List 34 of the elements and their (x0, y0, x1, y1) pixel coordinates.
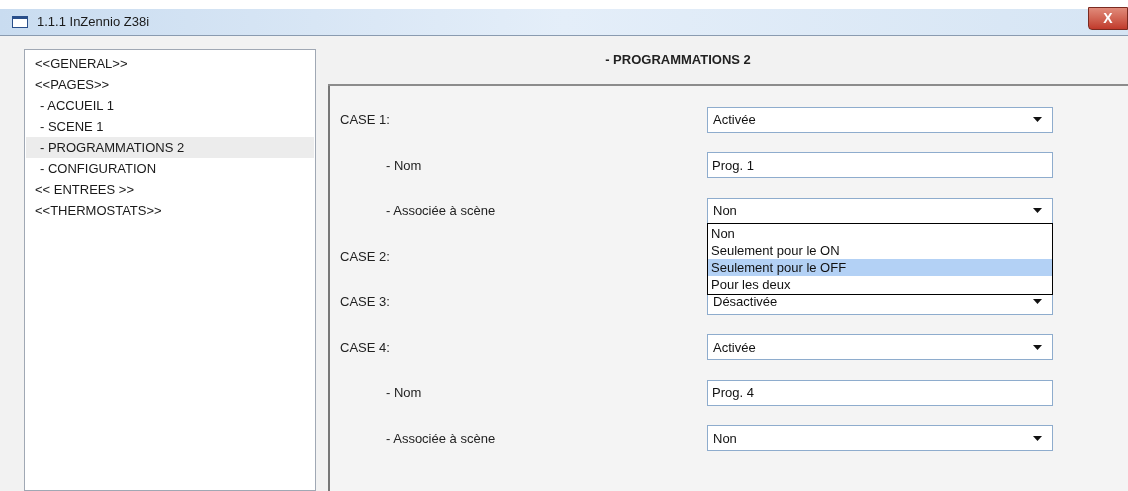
dropdown-arrow-icon (1033, 344, 1042, 350)
dropdown-arrow-icon (1033, 299, 1042, 305)
dropdown[interactable]: Non (707, 197, 1053, 224)
dropdown[interactable]: Non (707, 425, 1053, 452)
field-label: - Nom (385, 384, 423, 402)
window-title: 1.1.1 InZennio Z38i (37, 13, 150, 32)
field-label: - Associée à scène (385, 429, 497, 448)
field-label: CASE 4: (339, 338, 391, 357)
dropdown-option[interactable]: Non (708, 225, 1052, 242)
dropdown-option[interactable]: Seulement pour le ON (708, 242, 1052, 259)
dropdown[interactable]: Activée (707, 334, 1053, 361)
dropdown-arrow-icon (1033, 117, 1042, 123)
dropdown-arrow-icon (1033, 435, 1042, 441)
field-label: CASE 2: (339, 247, 391, 266)
field-label: CASE 3: (339, 293, 391, 311)
field-label: - Nom (385, 156, 423, 175)
tree-item[interactable]: - CONFIGURATION (26, 158, 314, 179)
field-label: - Associée à scène (385, 202, 497, 220)
dropdown-arrow-icon (1033, 208, 1042, 214)
tree-item[interactable]: <<THERMOSTATS>> (26, 200, 314, 221)
tree-item[interactable]: <<GENERAL>> (26, 53, 314, 74)
dropdown-option[interactable]: Seulement pour le OFF (708, 259, 1052, 276)
tree-item[interactable]: <<PAGES>> (26, 74, 314, 95)
close-button[interactable]: X (1088, 7, 1128, 30)
text-field[interactable]: Prog. 1 (707, 152, 1053, 179)
tree-item[interactable]: - ACCUEIL 1 (26, 95, 314, 116)
tree-item[interactable]: - SCENE 1 (26, 116, 314, 137)
tree-item[interactable]: << ENTREES >> (26, 179, 314, 200)
text-field[interactable]: Prog. 4 (707, 379, 1053, 406)
section-title: - PROGRAMMATIONS 2 (605, 51, 751, 70)
field-label: CASE 1: (339, 111, 391, 129)
dropdown[interactable]: Activée (707, 106, 1053, 133)
window-icon (12, 16, 28, 28)
tree-item[interactable]: - PROGRAMMATIONS 2 (26, 137, 314, 158)
